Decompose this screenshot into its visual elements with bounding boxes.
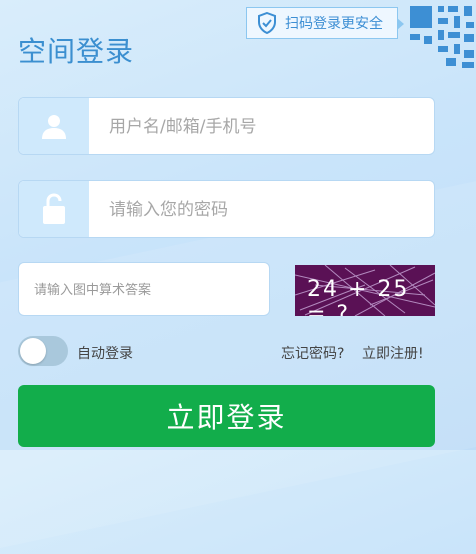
toggle-knob xyxy=(20,338,46,364)
shield-check-icon xyxy=(258,12,276,34)
login-button[interactable]: 立即登录 xyxy=(18,385,435,447)
user-icon-box xyxy=(19,98,89,154)
qr-code-icon[interactable] xyxy=(404,0,476,72)
user-icon xyxy=(42,115,66,139)
auto-login-toggle[interactable] xyxy=(18,336,68,366)
captcha-input[interactable] xyxy=(32,263,261,317)
forgot-password-link[interactable]: 忘记密码? xyxy=(281,343,344,363)
username-input[interactable] xyxy=(107,98,421,154)
password-input[interactable] xyxy=(107,181,421,237)
lock-icon-box xyxy=(19,181,89,237)
page-title: 空间登录 xyxy=(18,35,135,68)
password-field[interactable] xyxy=(18,180,435,238)
captcha-field[interactable] xyxy=(18,262,270,317)
qr-login-tip[interactable]: 扫码登录更安全 xyxy=(246,7,404,39)
register-link[interactable]: 立即注册! xyxy=(362,343,424,363)
qr-tip-label: 扫码登录更安全 xyxy=(285,16,383,32)
username-field[interactable] xyxy=(18,97,435,155)
lock-icon xyxy=(43,193,65,224)
captcha-image[interactable]: 24 + 25 = ? xyxy=(295,265,435,316)
auto-login-label: 自动登录 xyxy=(77,346,133,362)
captcha-text: 24 + 25 = ? xyxy=(307,277,410,316)
